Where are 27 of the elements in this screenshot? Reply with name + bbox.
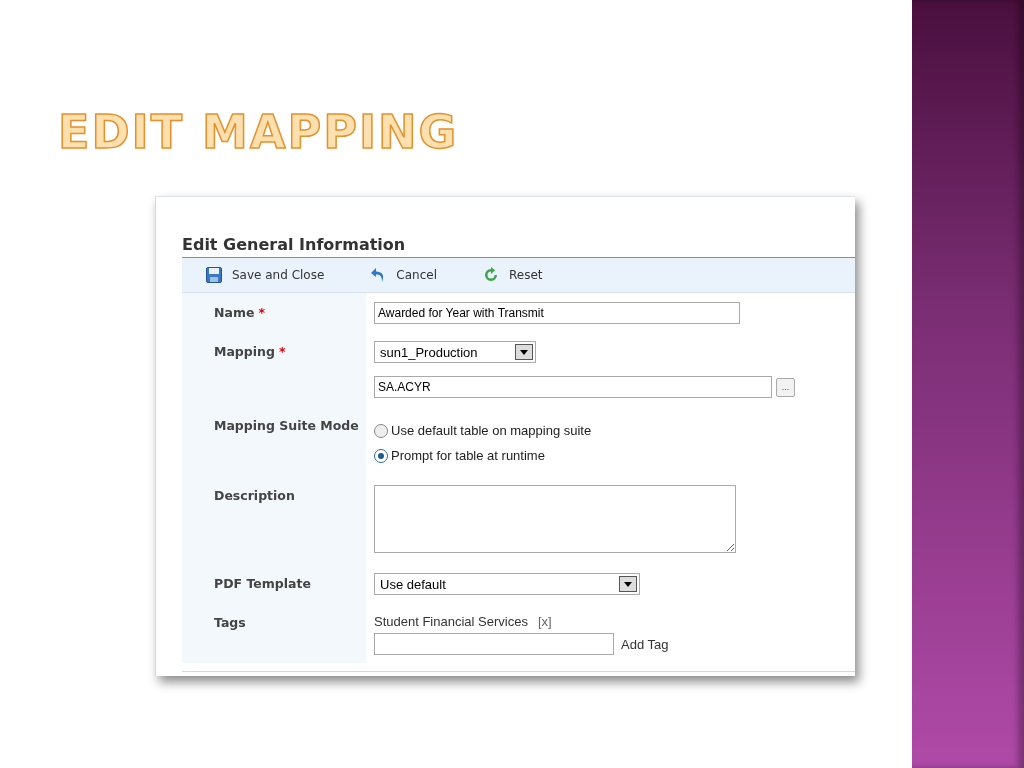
radio-button[interactable] xyxy=(374,423,388,438)
field-label: Tags xyxy=(214,615,246,630)
radio-label: Use default table on mapping suite xyxy=(391,423,592,438)
table-input[interactable]: SA.ACYR xyxy=(374,376,772,398)
field-label: PDF Template xyxy=(214,576,311,591)
field-label: Name * xyxy=(214,305,265,320)
remove-tag-link[interactable]: [x] xyxy=(537,613,552,629)
required-mark: * xyxy=(258,305,265,320)
reset-button[interactable]: Reset xyxy=(483,267,543,283)
cancel-button[interactable]: Cancel xyxy=(370,267,437,283)
add-tag-link[interactable]: Add Tag xyxy=(621,636,669,652)
save-button[interactable]: Save and Close xyxy=(206,267,325,283)
slide-title: EDIT MAPPING xyxy=(58,104,459,160)
field-label: Mapping Suite Mode xyxy=(214,418,359,433)
field-label: Mapping * xyxy=(214,344,286,359)
tag-label: Student Financial Services xyxy=(374,613,528,629)
required-mark: * xyxy=(278,344,286,359)
mapping-select[interactable]: sun1_Production xyxy=(374,341,536,363)
radio-button[interactable] xyxy=(374,448,388,463)
lookup-button[interactable]: ... xyxy=(776,377,795,397)
refresh-icon xyxy=(483,267,499,283)
name-input[interactable]: Awarded for Year with Transmit xyxy=(374,302,740,324)
radio-label: Prompt for table at runtime xyxy=(391,448,545,463)
description-textarea[interactable] xyxy=(374,485,736,553)
template-select[interactable]: Use default xyxy=(374,573,640,595)
tag-input[interactable] xyxy=(374,633,614,655)
field-label: Description xyxy=(214,488,295,503)
